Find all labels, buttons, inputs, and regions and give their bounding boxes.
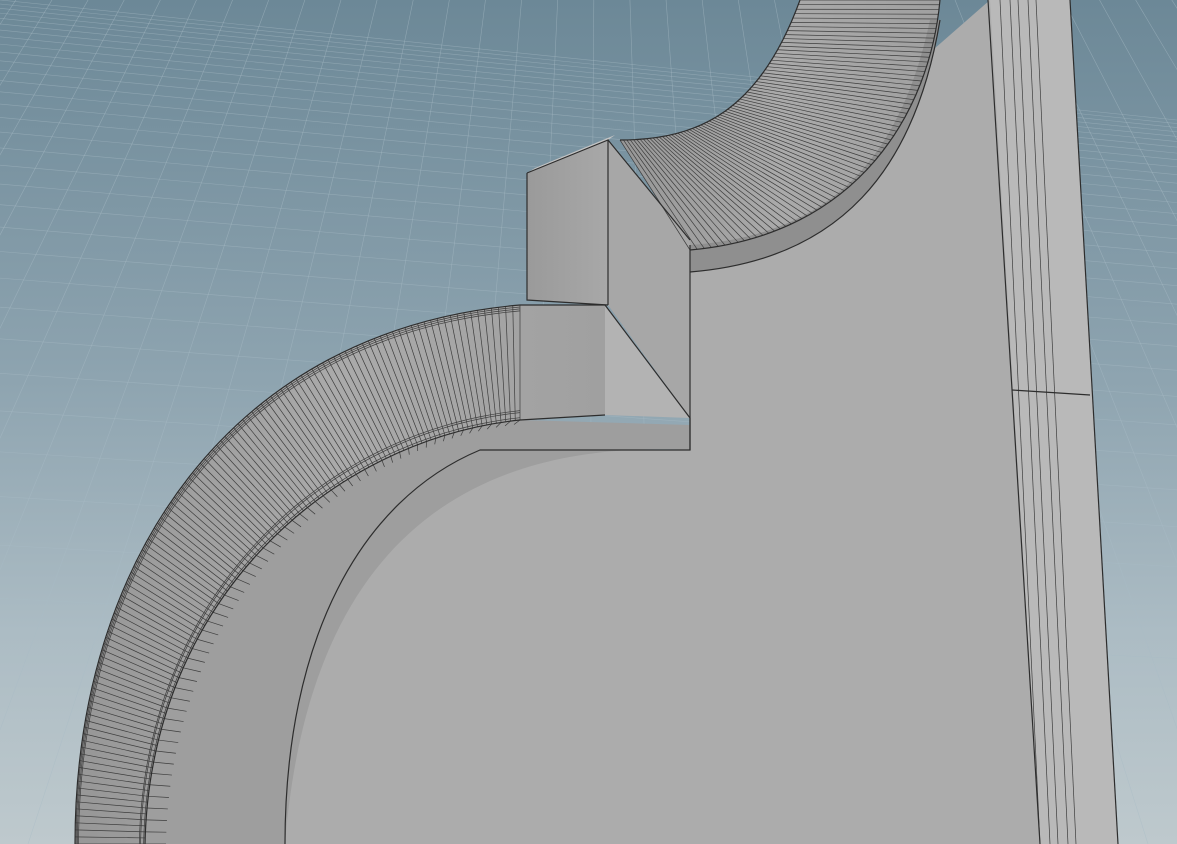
scene-canvas[interactable] (0, 0, 1177, 844)
3d-viewport[interactable] (0, 0, 1177, 844)
